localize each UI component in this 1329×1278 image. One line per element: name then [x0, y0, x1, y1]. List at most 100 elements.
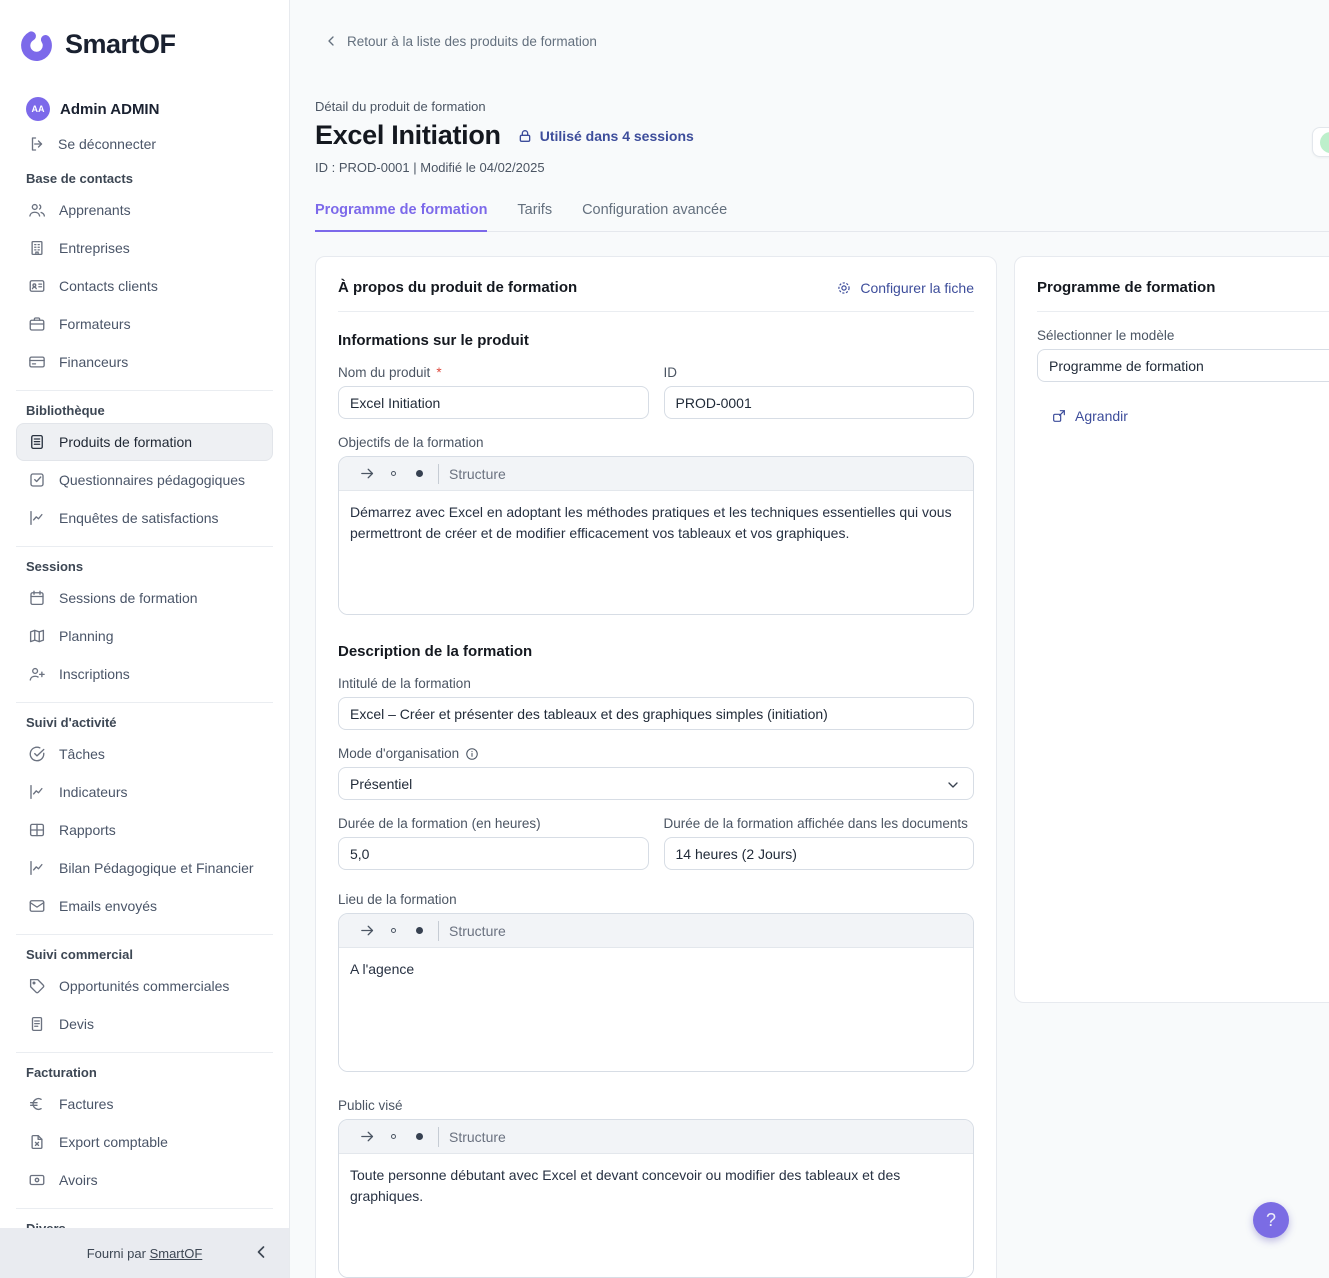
sidebar-item-label: Entreprises — [59, 240, 130, 256]
sidebar-item-enquetes[interactable]: Enquêtes de satisfactions — [16, 499, 273, 537]
sidebar-item-label: Planning — [59, 628, 114, 644]
banknote-icon — [28, 1171, 46, 1189]
template-select[interactable]: Programme de formation — [1037, 349, 1329, 382]
tab-tarifs[interactable]: Tarifs — [517, 202, 552, 231]
book-icon — [28, 433, 46, 451]
info-heading: Informations sur le produit — [338, 332, 529, 349]
editor-toolbar: Structure — [339, 457, 973, 491]
about-card: À propos du produit de formation Configu… — [315, 256, 997, 1278]
sidebar-item-produits-de-formation[interactable]: Produits de formation — [16, 423, 273, 461]
template-select-label: Sélectionner le modèle — [1037, 328, 1175, 343]
bullet-circle-icon[interactable] — [380, 471, 406, 476]
status-button-partial[interactable] — [1312, 127, 1329, 157]
user-plus-icon — [28, 665, 46, 683]
sidebar-item-label: Devis — [59, 1016, 95, 1032]
bullet-circle-icon[interactable] — [380, 1134, 406, 1139]
configure-sheet-button[interactable]: Configurer la fiche — [836, 280, 974, 296]
sidebar-item-label: Avoirs — [59, 1172, 98, 1188]
duree-label: Durée de la formation (en heures) — [338, 816, 541, 831]
sidebar-item-inscriptions[interactable]: Inscriptions — [16, 655, 273, 693]
toolbar-separator — [438, 920, 439, 941]
public-editor: Structure Toute personne débutant avec E… — [338, 1119, 974, 1278]
sidebar-item-label: Rapports — [59, 822, 116, 838]
sidebar-item-label: Bilan Pédagogique et Financier — [59, 860, 254, 876]
lieu-label: Lieu de la formation — [338, 892, 457, 907]
sidebar-item-taches[interactable]: Tâches — [16, 735, 273, 773]
intitule-label: Intitulé de la formation — [338, 676, 471, 691]
intitule-input[interactable] — [338, 697, 974, 730]
sidebar-item-financeurs[interactable]: Financeurs — [16, 343, 273, 381]
sidebar-item-export-comptable[interactable]: Export comptable — [16, 1123, 273, 1161]
indent-arrow-icon[interactable] — [354, 465, 380, 482]
structure-menu[interactable]: Structure — [449, 1129, 506, 1145]
duree-doc-input[interactable] — [663, 837, 974, 870]
public-textarea[interactable]: Toute personne débutant avec Excel et de… — [339, 1154, 973, 1277]
back-link[interactable]: Retour à la liste des produits de format… — [323, 33, 1329, 49]
sessions-usage-link[interactable]: Utilisé dans 4 sessions — [517, 128, 694, 144]
avatar: AA — [26, 97, 50, 121]
sidebar-item-apprenants[interactable]: Apprenants — [16, 191, 273, 229]
sidebar-item-factures[interactable]: Factures — [16, 1085, 273, 1123]
product-name-input[interactable] — [338, 386, 649, 419]
footer-brand-link[interactable]: SmartOF — [150, 1246, 203, 1261]
bullet-dot-icon[interactable] — [406, 927, 432, 934]
chart-icon — [28, 783, 46, 801]
sidebar: SmartOF AA Admin ADMIN Se déconnecter Ba… — [0, 0, 290, 1278]
sidebar-item-sessions-de-formation[interactable]: Sessions de formation — [16, 579, 273, 617]
sidebar-item-avoirs[interactable]: Avoirs — [16, 1161, 273, 1199]
bullet-dot-icon[interactable] — [406, 1133, 432, 1140]
sidebar-item-label: Export comptable — [59, 1134, 168, 1150]
sidebar-item-opportunites[interactable]: Opportunités commerciales — [16, 967, 273, 1005]
briefcase-icon — [28, 315, 46, 333]
mode-select[interactable]: Présentiel — [338, 767, 974, 800]
bullet-dot-icon[interactable] — [406, 470, 432, 477]
lieu-textarea[interactable]: A l'agence — [339, 948, 973, 1071]
chart-icon — [28, 859, 46, 877]
configure-sheet-label: Configurer la fiche — [860, 279, 974, 296]
expand-icon — [1051, 408, 1067, 424]
brand-icon — [18, 26, 55, 63]
structure-menu[interactable]: Structure — [449, 923, 506, 939]
tab-configuration-avancee[interactable]: Configuration avancée — [582, 202, 727, 231]
sidebar-item-formateurs[interactable]: Formateurs — [16, 305, 273, 343]
expand-button[interactable]: Agrandir — [1051, 408, 1329, 424]
bullet-circle-icon[interactable] — [380, 928, 406, 933]
user-row: AA Admin ADMIN — [26, 97, 273, 121]
toolbar-separator — [438, 463, 439, 484]
objectives-textarea[interactable]: Démarrez avec Excel en adoptant les méth… — [339, 491, 973, 614]
public-label: Public visé — [338, 1098, 403, 1113]
product-id-input[interactable] — [663, 386, 974, 419]
sidebar-item-label: Financeurs — [59, 354, 129, 370]
collapse-sidebar-button[interactable] — [251, 1242, 271, 1262]
divider — [16, 1052, 273, 1053]
logout-button[interactable]: Se déconnecter — [28, 135, 273, 153]
duree-input[interactable] — [338, 837, 649, 870]
sidebar-item-bilan[interactable]: Bilan Pédagogique et Financier — [16, 849, 273, 887]
indent-arrow-icon[interactable] — [354, 922, 380, 939]
help-button[interactable]: ? — [1253, 1202, 1289, 1238]
product-id-label: ID — [663, 365, 678, 380]
id-card-icon — [28, 277, 46, 295]
sidebar-item-contacts-clients[interactable]: Contacts clients — [16, 267, 273, 305]
sidebar-item-questionnaires[interactable]: Questionnaires pédagogiques — [16, 461, 273, 499]
sidebar-item-indicateurs[interactable]: Indicateurs — [16, 773, 273, 811]
program-panel-title: Programme de formation — [1037, 279, 1216, 296]
indent-arrow-icon[interactable] — [354, 1128, 380, 1145]
logout-icon — [28, 135, 46, 153]
sidebar-item-entreprises[interactable]: Entreprises — [16, 229, 273, 267]
sidebar-item-devis[interactable]: Devis — [16, 1005, 273, 1043]
main-content: Retour à la liste des produits de format… — [290, 0, 1329, 1278]
tag-icon — [28, 977, 46, 995]
credit-card-icon — [28, 353, 46, 371]
section-title-suivi-commercial: Suivi commercial — [26, 947, 133, 962]
program-panel: Programme de formation Sélectionner le m… — [1014, 256, 1329, 1003]
sidebar-item-planning[interactable]: Planning — [16, 617, 273, 655]
building-icon — [28, 239, 46, 257]
euro-icon — [28, 1095, 46, 1113]
tab-programme-de-formation[interactable]: Programme de formation — [315, 202, 488, 232]
sidebar-item-emails[interactable]: Emails envoyés — [16, 887, 273, 925]
table-icon — [28, 821, 46, 839]
expand-label: Agrandir — [1075, 408, 1128, 424]
structure-menu[interactable]: Structure — [449, 466, 506, 482]
sidebar-item-rapports[interactable]: Rapports — [16, 811, 273, 849]
